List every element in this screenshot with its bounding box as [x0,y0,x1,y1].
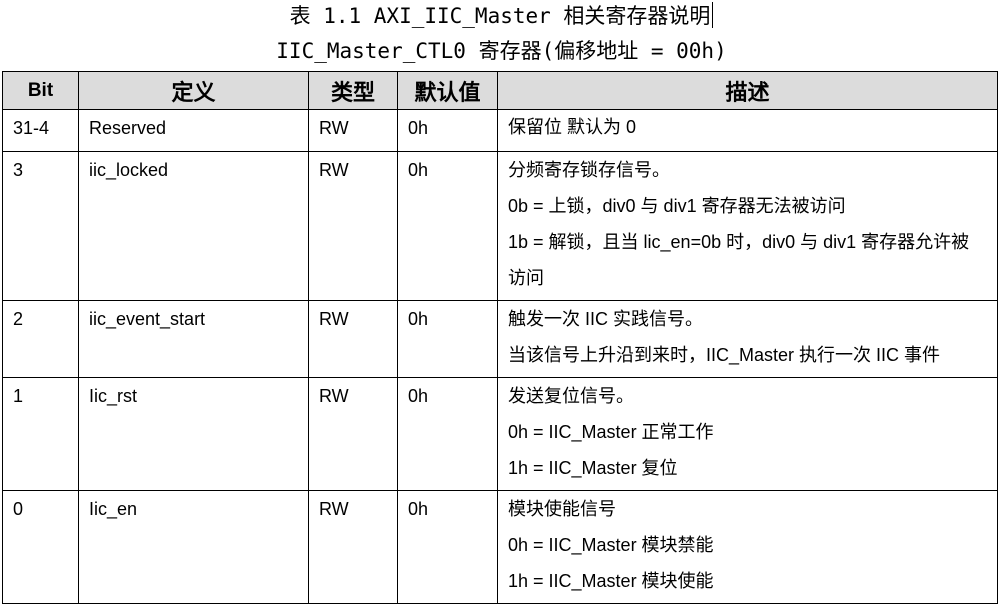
description-line: 1h = IIC_Master 模块使能 [508,571,714,591]
table-caption: 表 1.1 AXI_IIC_Master 相关寄存器说明 [0,2,1003,30]
cell-definition: iic_locked [78,151,309,301]
description-line: 0h = IIC_Master 模块禁能 [508,535,714,555]
cell-type: RW [308,151,398,301]
header-type: 类型 [308,71,398,110]
header-bit: Bit [2,71,79,110]
description-line: 访问 [508,268,544,288]
register-title: IIC_Master_CTL0 寄存器(偏移地址 = 00h) [276,39,727,63]
cell-definition: iic_event_start [78,300,309,378]
table-row: 1 Iic_rst RW 0h 发送复位信号。 0h = IIC_Master … [2,377,998,491]
register-table: Bit 定义 类型 默认值 描述 31-4 Reserved RW 0h 保留位… [2,71,998,604]
cell-description: 保留位 默认为 0 [497,109,998,152]
description-line: 模块使能信号 [508,499,616,519]
header-default: 默认值 [397,71,498,110]
cell-definition: Reserved [78,109,309,152]
cell-definition: Iic_en [78,490,309,604]
cell-bit: 0 [2,490,79,604]
cell-default: 0h [397,377,498,491]
cell-bit: 3 [2,151,79,301]
cell-description: 分频寄存锁存信号。 0b = 上锁，div0 与 div1 寄存器无法被访问 1… [497,151,998,301]
description-line: 0h = IIC_Master 正常工作 [508,422,714,442]
description-line: 1b = 解锁，且当 lic_en=0b 时，div0 与 div1 寄存器允许… [508,232,970,252]
cell-type: RW [308,300,398,378]
cell-description: 触发一次 IIC 实践信号。 当该信号上升沿到来时，IIC_Master 执行一… [497,300,998,378]
cell-definition: Iic_rst [78,377,309,491]
description-line: 0b = 上锁，div0 与 div1 寄存器无法被访问 [508,196,846,216]
description-line: 1h = IIC_Master 复位 [508,458,678,478]
table-row: 31-4 Reserved RW 0h 保留位 默认为 0 [2,109,998,152]
cell-type: RW [308,490,398,604]
description-line: 发送复位信号。 [508,386,634,406]
cell-default: 0h [397,151,498,301]
header-description: 描述 [497,71,998,110]
cell-type: RW [308,109,398,152]
description-line: 触发一次 IIC 实践信号。 [508,309,704,329]
description-line: 保留位 默认为 0 [508,117,637,137]
cell-default: 0h [397,300,498,378]
cell-default: 0h [397,490,498,604]
table-caption-text: 表 1.1 AXI_IIC_Master 相关寄存器说明 [289,4,711,28]
description-line: 分频寄存锁存信号。 [508,160,670,180]
table-row: 0 Iic_en RW 0h 模块使能信号 0h = IIC_Master 模块… [2,490,998,604]
cell-type: RW [308,377,398,491]
cell-description: 发送复位信号。 0h = IIC_Master 正常工作 1h = IIC_Ma… [497,377,998,491]
cell-bit: 1 [2,377,79,491]
header-definition: 定义 [78,71,309,110]
cell-description: 模块使能信号 0h = IIC_Master 模块禁能 1h = IIC_Mas… [497,490,998,604]
table-row: 2 iic_event_start RW 0h 触发一次 IIC 实践信号。 当… [2,300,998,378]
cell-bit: 31-4 [2,109,79,152]
header-row: Bit 定义 类型 默认值 描述 [2,71,998,110]
description-line: 当该信号上升沿到来时，IIC_Master 执行一次 IIC 事件 [508,345,941,365]
text-cursor [712,2,714,28]
cell-bit: 2 [2,300,79,378]
table-row: 3 iic_locked RW 0h 分频寄存锁存信号。 0b = 上锁，div… [2,151,998,301]
cell-default: 0h [397,109,498,152]
